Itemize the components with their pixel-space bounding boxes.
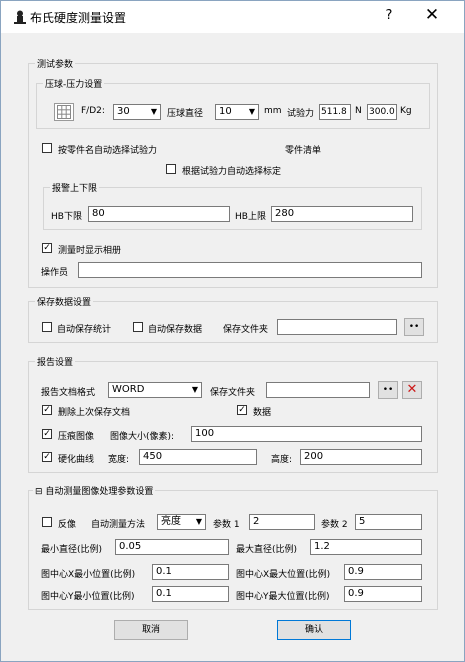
ok-button[interactable]: 确认 [277,620,351,640]
cx-max-input[interactable]: 0.9 [344,564,422,580]
max-dia-label: 最大直径(比例) [236,545,298,555]
grid-icon [57,105,71,119]
fd2-label: F/D2: [81,106,105,116]
dropdown-arrow-icon: ▼ [195,517,202,526]
max-dia-input[interactable]: 1.2 [310,539,422,555]
hardness-curve-label: 硬化曲线 [58,455,95,465]
min-dia-input[interactable]: 0.05 [115,539,229,555]
dialog-window: 布氏硬度测量设置 ? ✕ 测试参数 压球-压力设置 F/D2: 30 ▼ 压球直… [0,0,465,662]
save-legend: 保存数据设置 [35,295,94,308]
auto-standard-checkbox[interactable] [166,164,176,174]
save-folder-input[interactable] [277,319,397,335]
curve-height-input[interactable]: 200 [300,449,422,465]
force-label: 试验力 [287,109,315,119]
fd2-select[interactable]: 30 ▼ [113,104,161,120]
auto-save-stats-checkbox[interactable] [42,322,52,332]
cy-max-label: 图中心Y最大位置(比例) [236,592,330,602]
auto-select-checkbox[interactable] [42,143,52,153]
image-size-input[interactable]: 100 [191,426,422,442]
cx-min-input[interactable]: 0.1 [152,564,229,580]
force-n-field[interactable]: 511.8 [319,104,351,120]
cy-min-label: 图中心Y最小位置(比例) [41,592,135,602]
invert-checkbox[interactable] [42,517,52,527]
indent-image-label: 压痕图像 [58,432,95,442]
hb-upper-label: HB上限 [235,212,266,222]
save-folder-label: 保存文件夹 [223,325,269,335]
collapse-icon[interactable]: ⊟ [35,487,43,497]
invert-label: 反像 [58,520,77,530]
person-icon [14,10,26,24]
test-params-legend: 测试参数 [35,57,76,70]
report-legend: 报告设置 [35,355,76,368]
hardness-curve-checkbox[interactable]: ✓ [42,452,52,462]
ball-dia-label: 压球直径 [167,109,204,119]
auto-save-stats-label: 自动保存统计 [57,325,112,335]
cy-min-input[interactable]: 0.1 [152,586,229,602]
report-folder-clear-button[interactable]: ✕ [402,381,422,399]
curve-height-label: 高度: [271,455,293,465]
cy-max-input[interactable]: 0.9 [344,586,422,602]
show-album-checkbox[interactable]: ✓ [42,243,52,253]
operator-input[interactable] [78,262,422,278]
report-folder-browse-button[interactable]: •• [378,381,398,399]
indent-image-checkbox[interactable]: ✓ [42,429,52,439]
table-grid-button[interactable] [54,103,74,121]
min-dia-label: 最小直径(比例) [41,545,103,555]
indenter-legend: 压球-压力设置 [43,77,105,90]
auto-standard-label: 根据试验力自动选择标定 [182,167,282,177]
kg-unit-label: Kg [400,106,412,116]
delete-icon: ✕ [406,382,418,397]
close-button[interactable]: ✕ [423,5,441,25]
param1-label: 参数 1 [213,520,240,530]
auto-save-data-checkbox[interactable] [133,322,143,332]
dropdown-arrow-icon: ▼ [191,385,198,394]
alarm-legend: 报警上下限 [50,181,100,194]
auto-measure-legend[interactable]: ⊟ 自动测量图像处理参数设置 [33,484,156,497]
title-bar[interactable]: 布氏硬度测量设置 ? ✕ [1,1,464,33]
cancel-button[interactable]: 取消 [114,620,188,640]
param2-label: 参数 2 [321,520,348,530]
auto-save-data-label: 自动保存数据 [148,325,203,335]
delete-last-checkbox[interactable]: ✓ [42,405,52,415]
cx-min-label: 图中心X最小位置(比例) [41,570,136,580]
ball-dia-select[interactable]: 10 ▼ [215,104,259,120]
show-album-label: 测量时显示相册 [58,246,122,256]
force-kg-field[interactable]: 300.0 [367,104,397,120]
window-title: 布氏硬度测量设置 [30,11,127,25]
operator-label: 操作员 [41,268,69,278]
report-folder-input[interactable] [266,382,370,398]
method-label: 自动测量方法 [91,520,146,530]
mm-label: mm [264,106,282,116]
save-folder-browse-button[interactable]: •• [404,318,424,336]
parts-list-link[interactable]: 零件清单 [285,143,321,156]
report-format-label: 报告文档格式 [41,388,96,398]
hb-lower-input[interactable]: 80 [88,206,230,222]
delete-last-label: 删除上次保存文档 [58,408,131,418]
report-format-select[interactable]: WORD ▼ [108,382,202,398]
dropdown-arrow-icon: ▼ [150,107,157,116]
dropdown-arrow-icon: ▼ [248,107,255,116]
param1-input[interactable]: 2 [249,514,315,530]
report-folder-label: 保存文件夹 [210,388,256,398]
auto-select-label: 按零件名自动选择试验力 [58,146,158,156]
curve-width-label: 宽度: [108,455,130,465]
data-label: 数据 [253,408,272,418]
method-select[interactable]: 亮度 ▼ [157,514,206,530]
data-checkbox[interactable]: ✓ [237,405,247,415]
param2-input[interactable]: 5 [355,514,422,530]
image-size-label: 图像大小(像素): [110,432,175,442]
help-button[interactable]: ? [381,8,397,23]
curve-width-input[interactable]: 450 [139,449,257,465]
hb-lower-label: HB下限 [51,212,82,222]
hb-upper-input[interactable]: 280 [271,206,413,222]
n-unit-label: N [355,106,362,116]
cx-max-label: 图中心X最大位置(比例) [236,570,331,580]
